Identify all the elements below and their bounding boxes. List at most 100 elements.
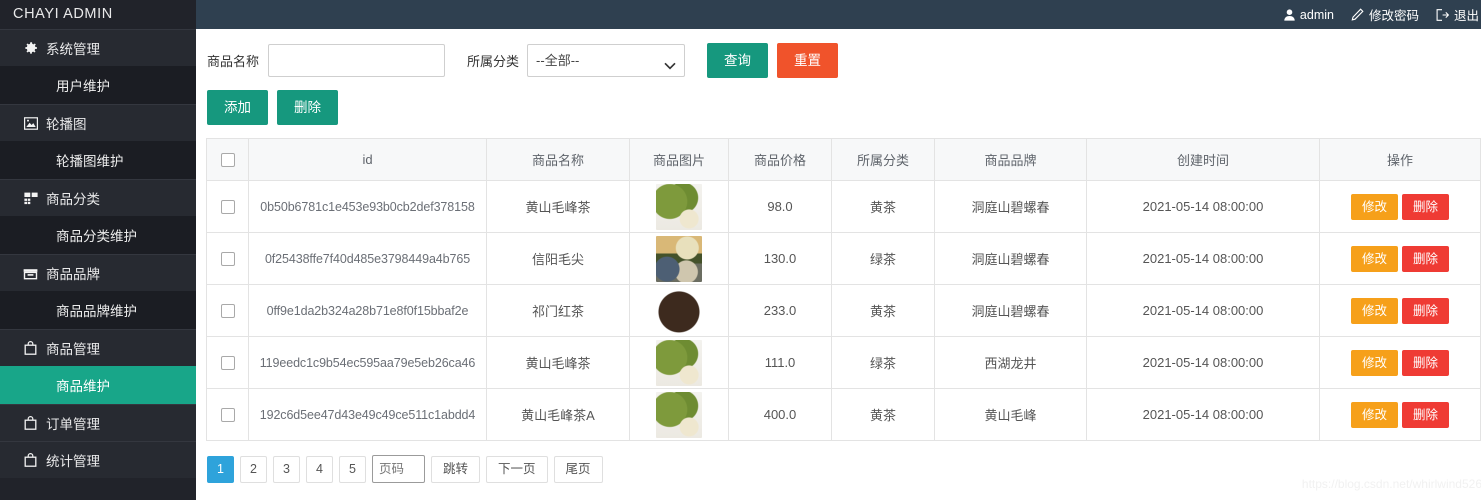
last-page-button[interactable]: 尾页 (553, 455, 603, 483)
row-edit-button[interactable]: 修改 (1350, 349, 1398, 376)
logout-icon (1436, 8, 1449, 21)
cell-brand: 黄山毛峰 (934, 388, 1087, 441)
sidebar-nav: 系统管理用户维护轮播图轮播图维护商品分类 商品分类维护商品品牌商品品牌维护商品管理… (0, 29, 196, 478)
row-edit-button[interactable]: 修改 (1350, 401, 1398, 428)
category-select[interactable]: --全部-- (527, 44, 686, 77)
cell-product-image (629, 388, 729, 441)
row-edit-button[interactable]: 修改 (1350, 245, 1398, 272)
query-button[interactable]: 查询 (707, 43, 769, 78)
row-edit-button[interactable]: 修改 (1350, 297, 1398, 324)
table-row: 0b50b6781c1e453e93b0cb2def378158 黄山毛峰茶 98.… (206, 180, 1481, 233)
page-button-3[interactable]: 3 (273, 455, 300, 483)
product-name-input[interactable] (268, 44, 446, 77)
row-delete-button[interactable]: 删除 (1402, 401, 1450, 428)
sidebar-group-6[interactable]: 商品品牌 (0, 254, 196, 291)
topbar: admin 修改密码 退出 (196, 0, 1481, 29)
action-bar: 添加 删除 (206, 78, 1481, 138)
cell-id: 119eedc1c9b54ec595aa79e5eb26ca46 (248, 336, 487, 389)
cell-product-name: 祁门红茶 (486, 284, 630, 337)
sidebar-group-4[interactable]: 商品分类 (0, 179, 196, 216)
row-edit-button[interactable]: 修改 (1350, 193, 1398, 220)
grid-icon (22, 191, 39, 205)
page-number-input[interactable] (372, 455, 425, 483)
jump-button[interactable]: 跳转 (431, 455, 481, 483)
sidebar-group-2[interactable]: 轮播图 (0, 104, 196, 141)
cell-category: 黄茶 (831, 180, 935, 233)
row-checkbox[interactable] (220, 408, 235, 423)
cell-product-image (629, 284, 729, 337)
cell-brand: 洞庭山碧螺春 (934, 180, 1087, 233)
row-select-cell (206, 284, 249, 337)
sidebar-item-7[interactable]: 商品品牌维护 (0, 291, 196, 329)
sidebar-group-10[interactable]: 订单管理 (0, 404, 196, 441)
cell-id: 192c6d5ee47d43e49c49ce511c1abdd4 (248, 388, 487, 441)
cell-id: 0ff9e1da2b324a28b71e8f0f15bbaf2e (248, 284, 487, 337)
cell-price: 233.0 (728, 284, 832, 337)
topbar-user[interactable]: admin (1284, 8, 1334, 22)
sidebar-group-label: 商品品牌 (46, 267, 100, 282)
cell-product-name: 黄山毛峰茶 (486, 336, 630, 389)
next-page-button[interactable]: 下一页 (486, 455, 548, 483)
row-delete-button[interactable]: 删除 (1402, 193, 1450, 220)
cell-category: 黄茶 (831, 284, 935, 337)
cell-category: 绿茶 (831, 336, 935, 389)
row-delete-button[interactable]: 删除 (1402, 245, 1450, 272)
row-delete-button[interactable]: 删除 (1402, 297, 1450, 324)
cell-actions: 修改 删除 (1319, 284, 1481, 337)
sidebar-item-5[interactable]: 商品分类维护 (0, 216, 196, 254)
column-header-1: id (248, 138, 487, 181)
page-button-2[interactable]: 2 (240, 455, 267, 483)
search-form: 商品名称 所属分类 --全部-- 查询 重置 (206, 29, 1481, 78)
product-name-label: 商品名称 (207, 54, 260, 69)
cell-category: 绿茶 (831, 232, 935, 285)
product-thumbnail (656, 183, 702, 230)
row-checkbox[interactable] (220, 304, 235, 319)
sidebar-group-0[interactable]: 系统管理 (0, 29, 196, 66)
cell-brand: 西湖龙井 (934, 336, 1087, 389)
brand-title: CHAYI ADMIN (0, 0, 196, 29)
sidebar-item-1[interactable]: 用户维护 (0, 66, 196, 104)
select-all-checkbox[interactable] (220, 153, 235, 168)
category-label: 所属分类 (467, 54, 520, 69)
admin-page: CHAYI ADMIN 系统管理 用户维护 轮播图 轮播图维护 商品分类 商品分类维护 商品… (0, 0, 1481, 500)
row-checkbox[interactable] (220, 252, 235, 267)
user-icon (1284, 8, 1295, 21)
cell-id: 0b50b6781c1e453e93b0cb2def378158 (248, 180, 487, 233)
row-checkbox[interactable] (220, 200, 235, 215)
topbar-logout[interactable]: 退出 (1436, 5, 1479, 24)
sidebar-group-label: 统计管理 (46, 454, 100, 469)
row-delete-button[interactable]: 删除 (1402, 349, 1450, 376)
column-header-4: 商品价格 (728, 138, 832, 181)
sidebar-group-label: 商品管理 (46, 342, 100, 357)
sidebar-item-label: 轮播图维护 (56, 154, 124, 169)
gear-icon (22, 41, 39, 55)
column-header-8: 操作 (1319, 138, 1481, 181)
table-body: 0b50b6781c1e453e93b0cb2def378158 黄山毛峰茶 98.… (206, 180, 1481, 441)
pagination: 12345 跳转下一页尾页 (206, 441, 1481, 483)
bag-icon (22, 341, 39, 355)
delete-selected-button[interactable]: 删除 (277, 90, 338, 125)
column-header-3: 商品图片 (629, 138, 729, 181)
add-button[interactable]: 添加 (207, 90, 268, 125)
page-button-1[interactable]: 1 (207, 455, 234, 483)
sidebar-group-11[interactable]: 统计管理 (0, 441, 196, 478)
sidebar-item-3[interactable]: 轮播图维护 (0, 141, 196, 179)
bag-icon (22, 416, 39, 430)
sidebar-group-8[interactable]: 商品管理 (0, 329, 196, 366)
table-row: 0ff9e1da2b324a28b71e8f0f15bbaf2e 祁门红茶 233.… (206, 284, 1481, 337)
sidebar-group-label: 系统管理 (46, 42, 100, 57)
reset-button[interactable]: 重置 (777, 43, 839, 78)
cell-brand: 洞庭山碧螺春 (934, 284, 1087, 337)
row-checkbox[interactable] (220, 356, 235, 371)
cell-created-time: 2021-05-14 08:00:00 (1086, 284, 1320, 337)
cell-price: 98.0 (728, 180, 832, 233)
topbar-user-label: admin (1299, 7, 1334, 22)
row-select-cell (206, 388, 249, 441)
select-all-header (206, 138, 249, 181)
sidebar-item-9[interactable]: 商品维护 (0, 366, 196, 404)
cell-price: 130.0 (728, 232, 832, 285)
page-button-4[interactable]: 4 (306, 455, 333, 483)
page-button-5[interactable]: 5 (339, 455, 366, 483)
sidebar-item-label: 用户维护 (56, 79, 110, 94)
topbar-change-password[interactable]: 修改密码 (1351, 5, 1419, 24)
